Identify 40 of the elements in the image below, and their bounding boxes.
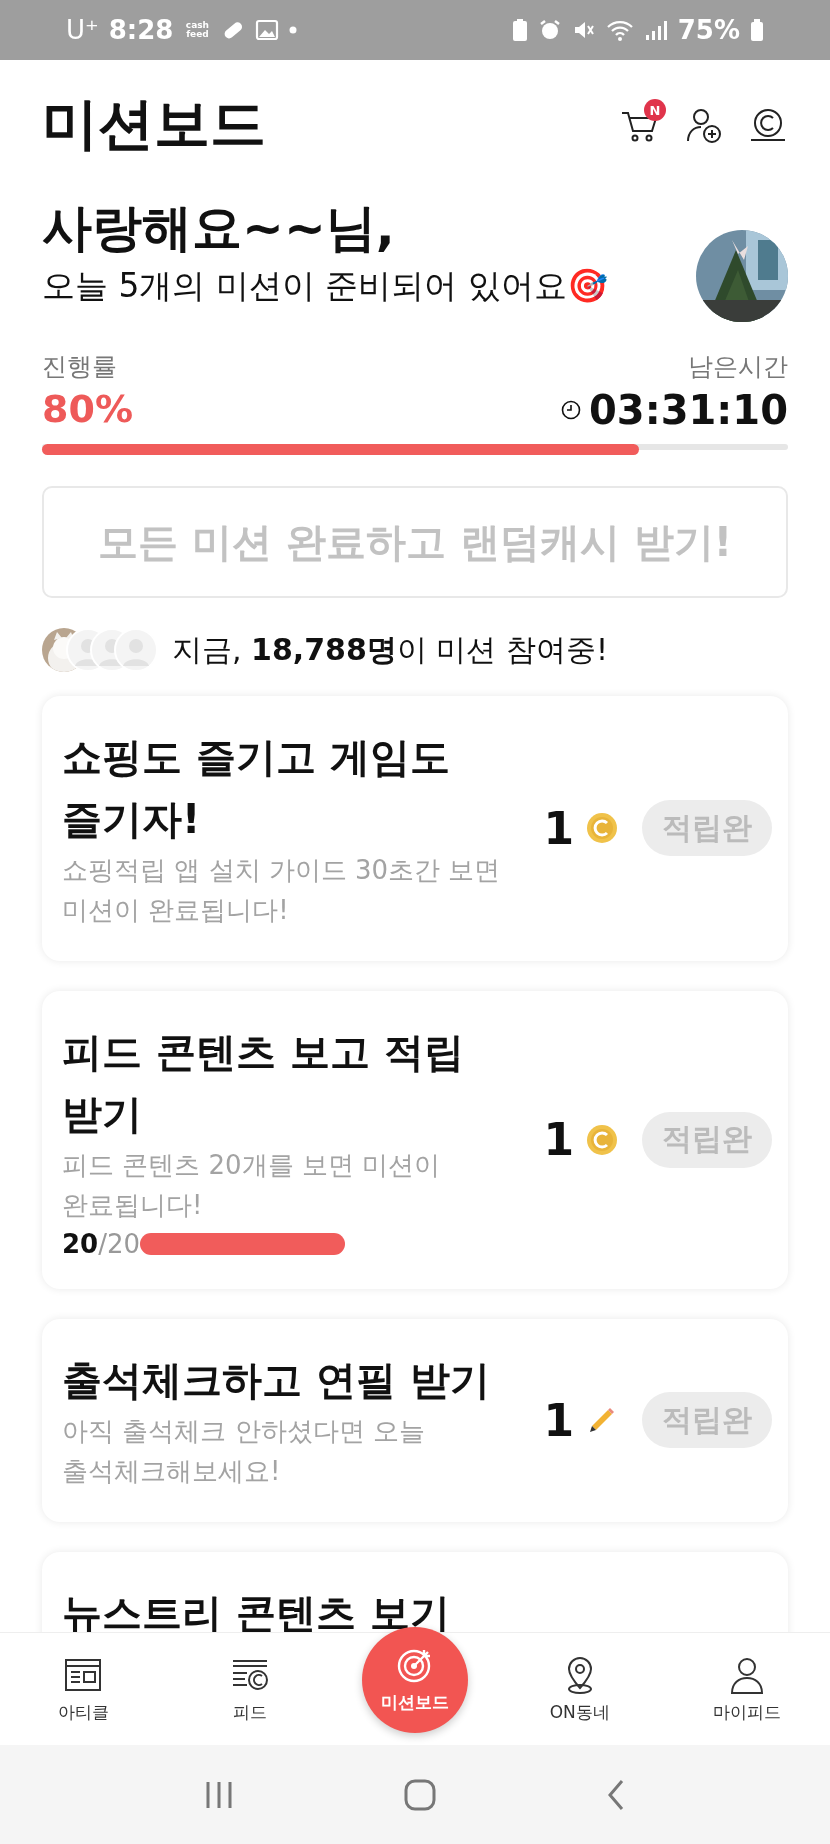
reward-amount: 1 <box>543 1395 574 1446</box>
signal-icon <box>643 18 668 42</box>
new-badge: N <box>644 99 666 121</box>
nav-tab[interactable]: 피드 <box>195 1654 306 1725</box>
coin-icon <box>586 1123 618 1156</box>
progress-percent: 80% <box>42 387 133 431</box>
back-icon[interactable] <box>605 1777 626 1812</box>
user-placeholder-icon <box>114 628 158 672</box>
greeting-title: 사랑해요~~님, <box>42 198 396 258</box>
carrier-label: U⁺ <box>66 15 99 45</box>
page-title: 미션보드 <box>42 90 266 158</box>
greeting-subtitle: 오늘 5개의 미션이 준비되어 있어요🎯 <box>42 265 608 307</box>
recent-apps-icon[interactable] <box>204 1779 235 1810</box>
progress-label: 진행률 <box>42 351 118 383</box>
wifi-icon <box>605 18 634 42</box>
nav-tab[interactable]: 마이피드 <box>691 1654 802 1725</box>
battery-percent: 75% <box>677 15 740 45</box>
remaining-time: 03:31:10 <box>589 387 788 433</box>
reward-amount: 1 <box>543 1114 574 1166</box>
mission-description: 피드 콘텐츠 20개를 보면 미션이 완료됩니다! <box>62 1148 442 1222</box>
coin-icon <box>586 812 618 845</box>
participants-text: 지금, 18,788명이 미션 참여중! <box>172 630 608 669</box>
mission-description: 아직 출석체크 안하셨다면 오늘 출석체크해보세요! <box>62 1415 426 1489</box>
mission-title: 쇼핑도 즐기고 게임도 즐기자! <box>62 733 451 844</box>
reward-amount: 1 <box>543 802 574 854</box>
image-icon <box>255 18 280 42</box>
nav-tab[interactable]: ON동네 <box>524 1654 635 1725</box>
mission-description: 쇼핑적립 앱 설치 가이드 30초간 보면 미션이 완료됩니다! <box>62 854 502 928</box>
mission-title: 출석체크하고 연필 받기 <box>62 1356 491 1406</box>
clock-icon <box>561 400 581 420</box>
remaining-time-label: 남은시간 <box>688 351 788 383</box>
battery-saver-icon <box>511 18 528 42</box>
mission-count: 20/20 <box>62 1229 141 1260</box>
nav-tab[interactable]: 아티클 <box>28 1654 139 1725</box>
dot-icon <box>289 26 298 34</box>
mission-title: 피드 콘텐츠 보고 적립 받기 <box>62 1027 465 1139</box>
battery-icon <box>750 18 764 42</box>
home-icon[interactable] <box>403 1777 437 1812</box>
clock-time: 8:28 <box>108 15 174 45</box>
app-notification-label: cash feed <box>184 21 211 39</box>
